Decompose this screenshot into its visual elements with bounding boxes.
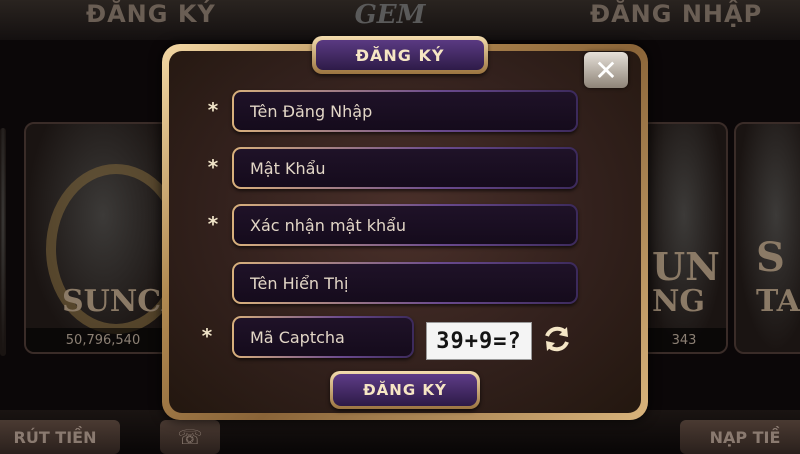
password-field-frame [232, 147, 578, 189]
captcha-image: 39+9=? [426, 322, 532, 360]
game-card-edge [0, 128, 6, 356]
nav-login[interactable]: ĐĂNG NHẬP [590, 0, 762, 28]
username-input[interactable] [234, 92, 576, 130]
required-mark: * [201, 324, 213, 348]
modal-title: ĐĂNG KÝ [316, 40, 484, 70]
username-field-frame [232, 90, 578, 132]
display-name-input[interactable] [234, 264, 576, 302]
jackpot-value: 343 [671, 333, 697, 348]
password-input[interactable] [234, 149, 576, 187]
register-submit-label: ĐĂNG KÝ [333, 374, 477, 406]
deposit-button[interactable]: NẠP TIỀ [680, 420, 800, 454]
game-card-title-1: UN [652, 244, 720, 289]
required-mark: * [207, 98, 219, 122]
game-card-title-1: S [756, 234, 785, 281]
phone-icon[interactable]: ☏ [160, 420, 220, 454]
confirm-password-input[interactable] [234, 206, 576, 244]
captcha-field-frame [232, 316, 414, 358]
brand-logo: GEM [354, 0, 426, 30]
close-icon[interactable]: ✕ [584, 52, 628, 88]
confirm-password-field-frame [232, 204, 578, 246]
captcha-input[interactable] [234, 318, 412, 356]
jackpot-value: 50,796,540 [65, 333, 141, 348]
required-mark: * [207, 155, 219, 179]
refresh-icon[interactable] [540, 322, 574, 356]
game-card-sunca[interactable]: SUNCA 50,796,540 [24, 122, 182, 354]
withdraw-button[interactable]: RÚT TIỀN [0, 420, 120, 454]
modal-title-tab: ĐĂNG KÝ [312, 36, 488, 74]
register-submit-button[interactable]: ĐĂNG KÝ [330, 371, 480, 409]
game-card-title-2: TA [756, 284, 800, 319]
required-mark: * [207, 212, 219, 236]
game-card-far-right[interactable]: S TA [734, 122, 800, 354]
game-card-title-2: NG [652, 284, 706, 319]
game-card-right[interactable]: UN NG 343 [640, 122, 728, 354]
nav-register[interactable]: ĐĂNG KÝ [86, 0, 216, 28]
display-name-field-frame [232, 262, 578, 304]
